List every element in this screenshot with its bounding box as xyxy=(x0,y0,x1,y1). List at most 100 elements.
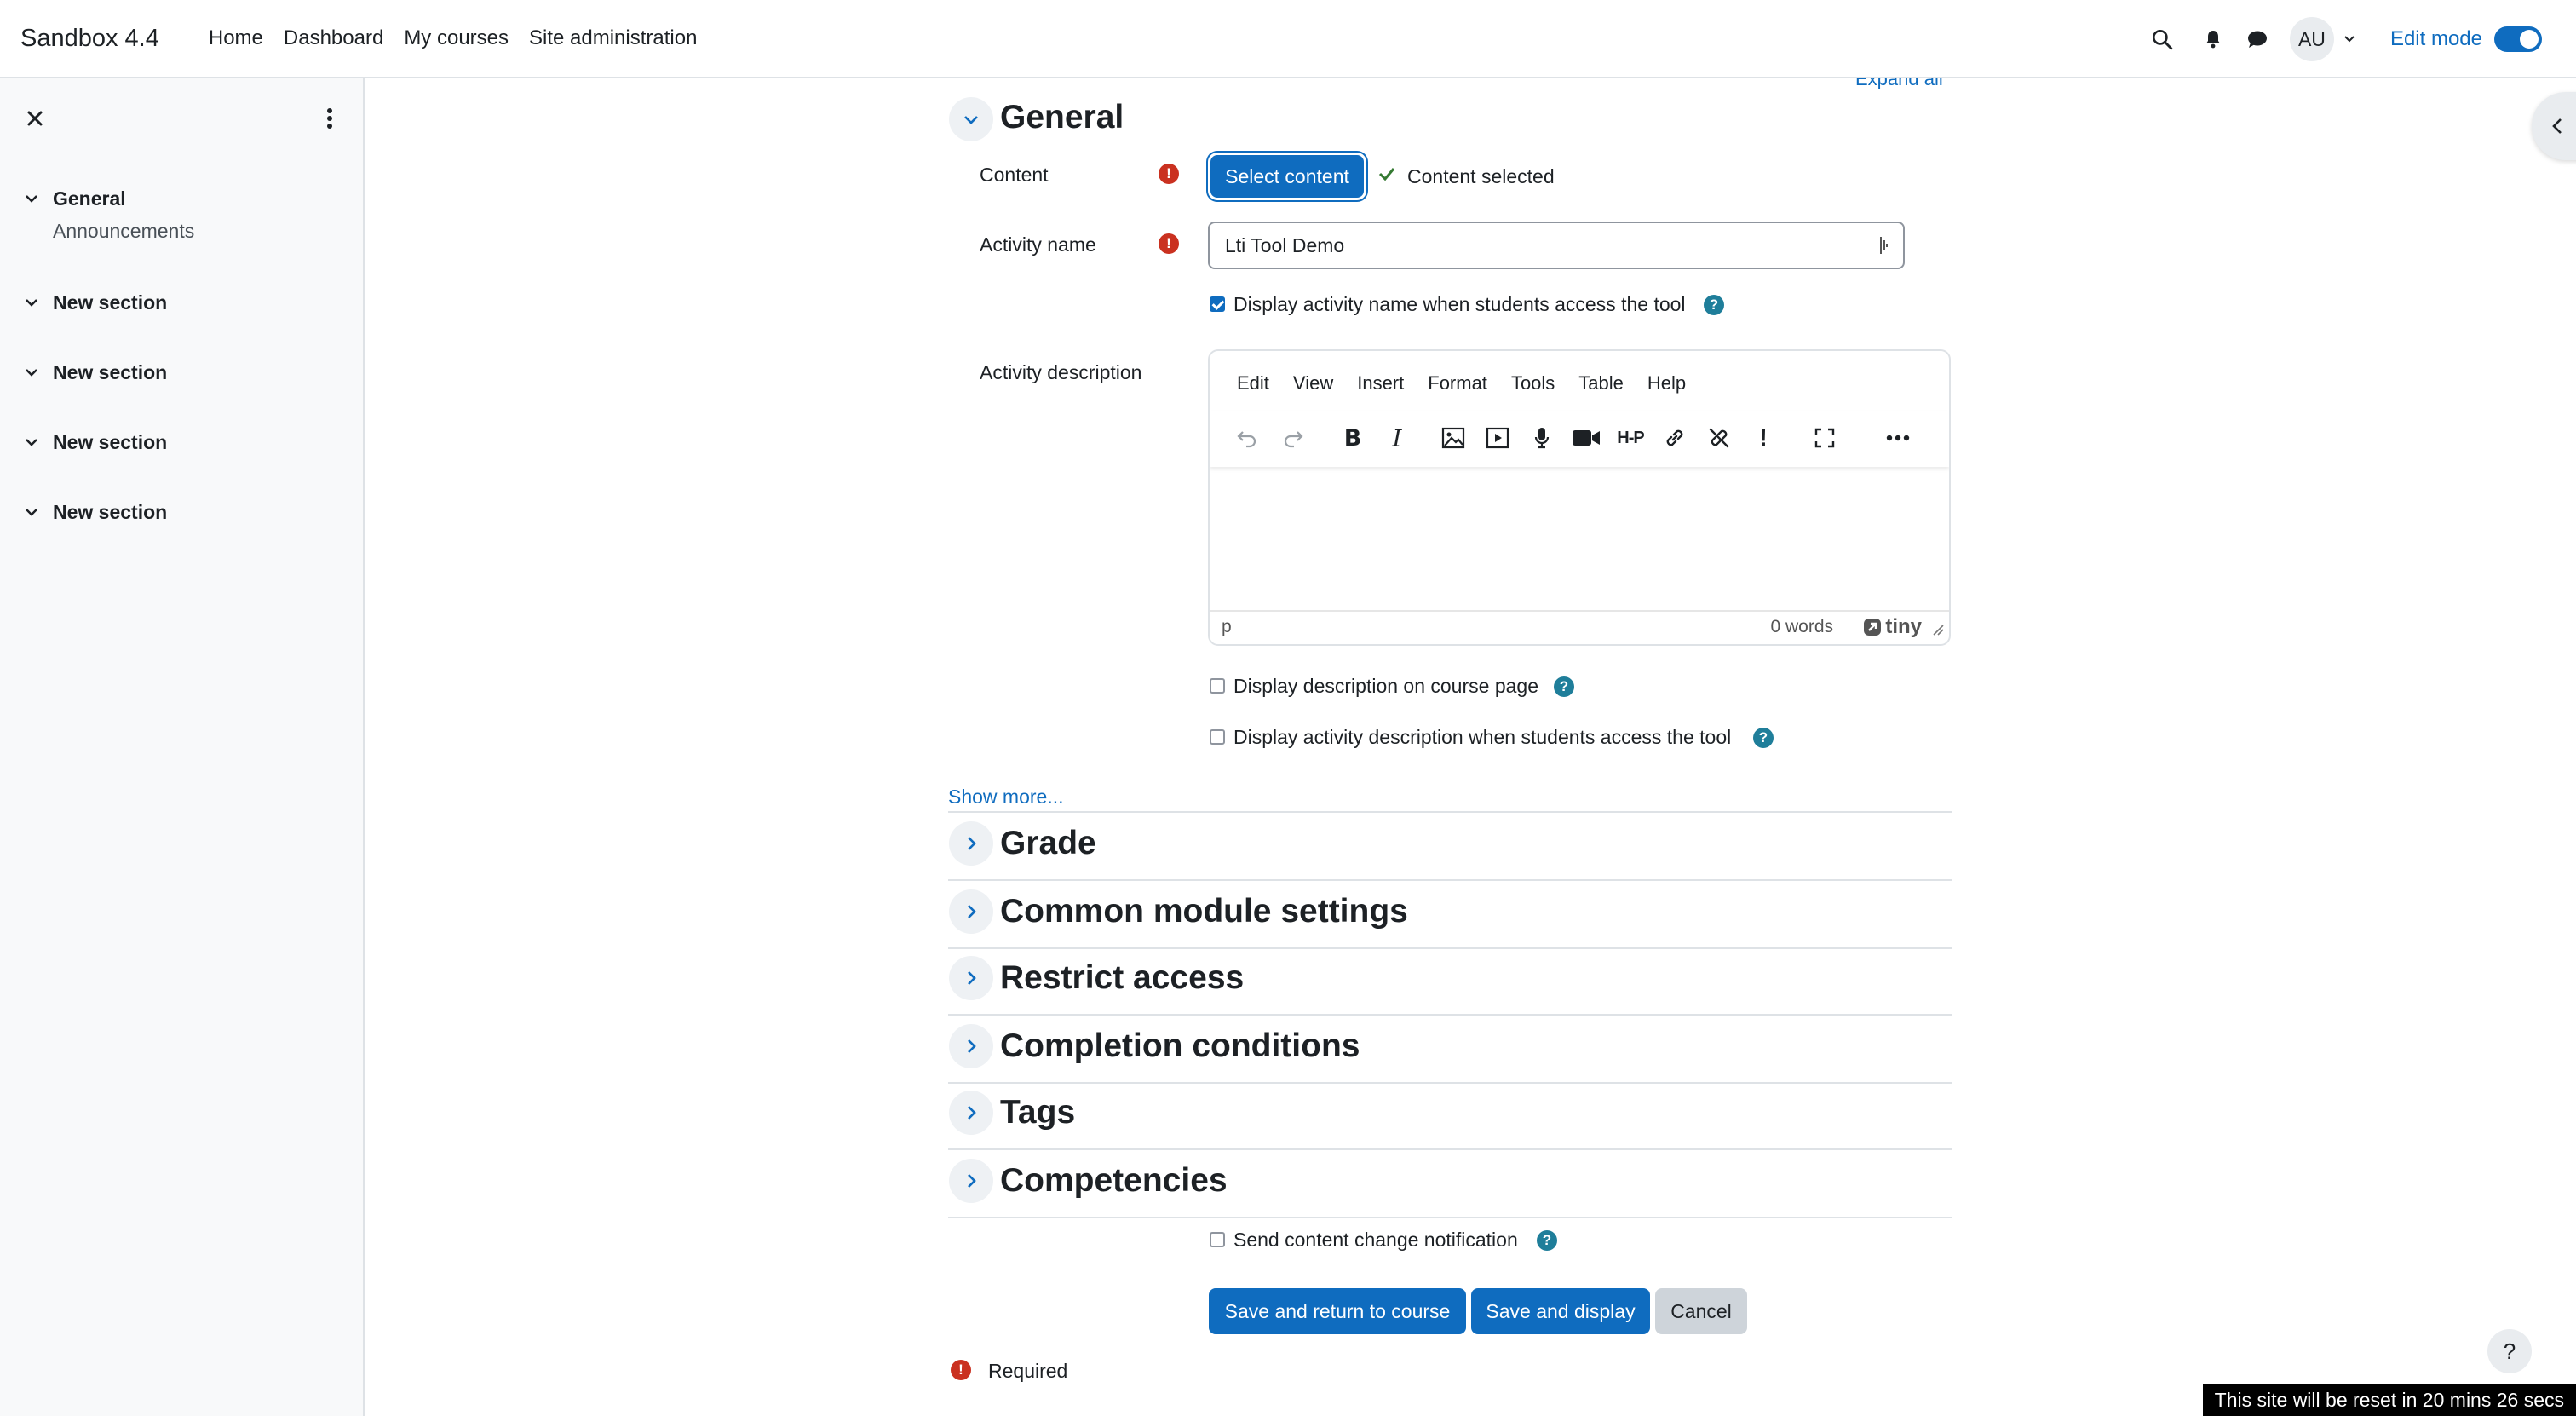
save-and-display-button[interactable]: Save and display xyxy=(1471,1288,1650,1334)
resize-handle-icon[interactable] xyxy=(1932,624,1944,636)
course-index-section[interactable]: New section xyxy=(0,407,363,477)
edit-mode-toggle[interactable] xyxy=(2494,26,2542,52)
editor-menu-tools[interactable]: Tools xyxy=(1499,366,1567,400)
send-notification-checkbox[interactable] xyxy=(1210,1232,1225,1247)
video-icon[interactable] xyxy=(1479,419,1516,457)
course-index-section-title[interactable]: New section xyxy=(53,291,167,314)
course-index-section[interactable]: New section xyxy=(0,268,363,337)
help-question-button[interactable]: ? xyxy=(2487,1329,2532,1373)
undo-icon[interactable] xyxy=(1228,419,1266,457)
cancel-button[interactable]: Cancel xyxy=(1655,1288,1747,1334)
editor-content-area[interactable] xyxy=(1210,467,1949,612)
editor-element-path[interactable]: p xyxy=(1222,617,1232,637)
chevron-down-icon[interactable] xyxy=(2343,34,2356,44)
h5p-icon[interactable]: H-P xyxy=(1612,419,1649,457)
messages-icon[interactable] xyxy=(2235,17,2280,61)
competencies-title[interactable]: Competencies xyxy=(1000,1162,1228,1200)
accessibility-checker-icon[interactable]: ! xyxy=(1745,419,1782,457)
chevron-right-icon xyxy=(961,968,981,988)
editor-menu-insert[interactable]: Insert xyxy=(1345,366,1416,400)
select-content-button[interactable]: Select content xyxy=(1210,155,1364,198)
course-index-section[interactable]: New section xyxy=(0,337,363,407)
editor-menu-table[interactable]: Table xyxy=(1567,366,1636,400)
user-avatar[interactable]: AU xyxy=(2289,17,2334,61)
required-icon: ! xyxy=(951,1360,971,1380)
display-desc-tool-checkbox[interactable] xyxy=(1210,729,1225,745)
fullscreen-icon[interactable] xyxy=(1806,419,1843,457)
chevron-down-icon[interactable] xyxy=(22,363,41,382)
help-icon[interactable]: ? xyxy=(1753,728,1774,748)
site-reset-notice: This site will be reset in 20 mins 26 se… xyxy=(2202,1384,2576,1416)
send-notification-label[interactable]: Send content change notification xyxy=(1233,1229,1518,1252)
editor-menu-edit[interactable]: Edit xyxy=(1225,366,1281,400)
course-index-section-title[interactable]: New section xyxy=(53,501,167,524)
tags-toggle[interactable] xyxy=(949,1091,993,1135)
link-icon[interactable] xyxy=(1656,419,1693,457)
tiny-logo[interactable]: tiny xyxy=(1863,615,1922,639)
chevron-down-icon[interactable] xyxy=(22,433,41,452)
completion-conditions-title[interactable]: Completion conditions xyxy=(1000,1027,1360,1065)
tags-title[interactable]: Tags xyxy=(1000,1094,1075,1131)
activity-name-input[interactable]: Lti Tool Demo xyxy=(1208,222,1905,269)
grade-section-title[interactable]: Grade xyxy=(1000,825,1096,862)
grade-section-toggle[interactable] xyxy=(949,821,993,866)
completion-conditions-toggle[interactable] xyxy=(949,1024,993,1068)
site-brand[interactable]: Sandbox 4.4 xyxy=(20,25,159,53)
chevron-down-icon[interactable] xyxy=(22,503,41,521)
section-divider xyxy=(948,947,1952,949)
section-divider xyxy=(948,1217,1952,1218)
course-index-item[interactable]: Announcements xyxy=(0,215,363,247)
editor-menu-format[interactable]: Format xyxy=(1416,366,1499,400)
nav-home-link[interactable]: Home xyxy=(198,26,273,50)
more-options-icon[interactable] xyxy=(1879,419,1917,457)
restrict-access-toggle[interactable] xyxy=(949,956,993,1000)
edit-mode-switch[interactable]: Edit mode xyxy=(2390,26,2542,52)
course-index-drawer: General Announcements New section New se… xyxy=(0,78,365,1416)
competencies-toggle[interactable] xyxy=(949,1159,993,1203)
course-index-section-title[interactable]: New section xyxy=(53,431,167,454)
video-camera-icon[interactable] xyxy=(1567,419,1605,457)
course-index-section-title[interactable]: General xyxy=(53,187,126,210)
common-module-settings-title[interactable]: Common module settings xyxy=(1000,893,1408,930)
help-icon[interactable]: ? xyxy=(1554,676,1574,697)
nav-dashboard-link[interactable]: Dashboard xyxy=(273,26,394,50)
nav-site-administration-link[interactable]: Site administration xyxy=(519,26,707,50)
course-index-section[interactable]: New section xyxy=(0,477,363,547)
close-icon[interactable] xyxy=(22,106,48,131)
general-section-toggle[interactable] xyxy=(949,97,993,141)
common-module-settings-toggle[interactable] xyxy=(949,889,993,934)
editor-word-count[interactable]: 0 words xyxy=(1770,617,1833,637)
search-icon[interactable] xyxy=(2140,17,2184,61)
unlink-icon[interactable] xyxy=(1700,419,1738,457)
display-name-checkbox-label[interactable]: Display activity name when students acce… xyxy=(1233,293,1686,316)
display-desc-tool-label[interactable]: Display activity description when studen… xyxy=(1233,726,1731,749)
restrict-access-title[interactable]: Restrict access xyxy=(1000,959,1244,997)
section-divider xyxy=(948,1014,1952,1016)
editor-menu-help[interactable]: Help xyxy=(1636,366,1698,400)
help-icon[interactable]: ? xyxy=(1537,1230,1557,1251)
chevron-down-icon[interactable] xyxy=(22,293,41,312)
editor-menu-view[interactable]: View xyxy=(1281,366,1345,400)
microphone-icon[interactable] xyxy=(1523,419,1561,457)
kebab-menu-icon[interactable] xyxy=(317,104,342,133)
tiny-brand-icon xyxy=(1863,618,1882,636)
display-name-checkbox[interactable] xyxy=(1210,296,1225,312)
content-selected-text: Content selected xyxy=(1407,165,1555,187)
image-icon[interactable] xyxy=(1435,419,1472,457)
save-and-return-button[interactable]: Save and return to course xyxy=(1209,1288,1466,1334)
text-cursor-icon xyxy=(1877,235,1889,256)
course-index-section-title[interactable]: New section xyxy=(53,361,167,384)
redo-icon[interactable] xyxy=(1274,419,1312,457)
chevron-down-icon xyxy=(961,109,981,130)
help-icon[interactable]: ? xyxy=(1704,295,1724,315)
nav-my-courses-link[interactable]: My courses xyxy=(394,26,519,50)
section-divider xyxy=(948,1082,1952,1084)
bold-icon[interactable]: B xyxy=(1334,419,1371,457)
display-desc-course-page-checkbox[interactable] xyxy=(1210,678,1225,694)
show-more-link[interactable]: Show more... xyxy=(948,786,1064,809)
display-desc-course-page-label[interactable]: Display description on course page xyxy=(1233,675,1538,698)
bell-icon[interactable] xyxy=(2191,17,2235,61)
check-icon xyxy=(1377,164,1397,188)
italic-icon[interactable]: I xyxy=(1378,419,1416,457)
chevron-down-icon[interactable] xyxy=(22,189,41,208)
